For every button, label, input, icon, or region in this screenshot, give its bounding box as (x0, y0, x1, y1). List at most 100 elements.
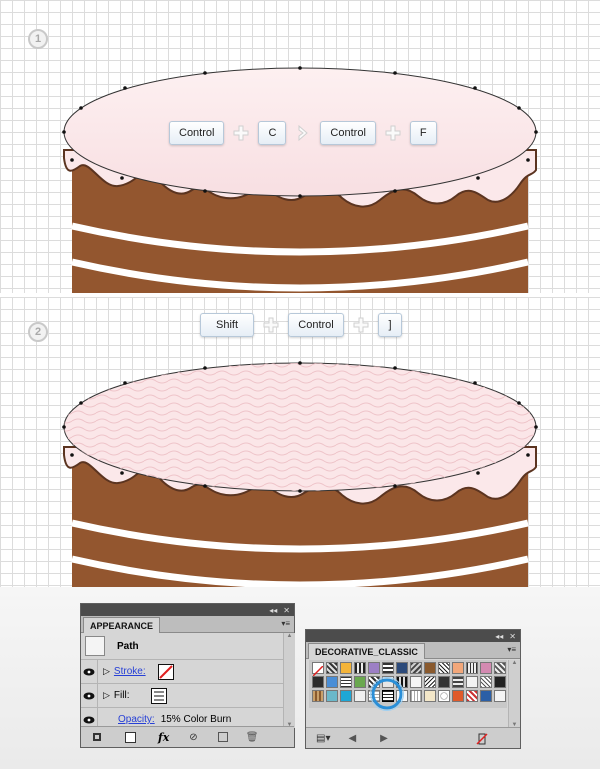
swatch[interactable] (354, 662, 366, 674)
swatch[interactable] (438, 690, 450, 702)
plus-icon (382, 122, 404, 144)
swatch[interactable] (410, 690, 422, 702)
key-c: C (258, 121, 287, 145)
swatch[interactable] (340, 676, 352, 688)
next-icon[interactable]: ▶ (380, 733, 388, 744)
path-thumbnail (85, 636, 105, 656)
key-control: Control (169, 121, 225, 145)
panel-tab-strip: DECORATIVE_CLASSIC ▾≡ (306, 642, 520, 659)
swatch[interactable] (480, 662, 492, 674)
trash-icon[interactable]: 🗑 (246, 732, 259, 743)
swatch[interactable] (438, 676, 450, 688)
close-icon[interactable]: ✕ (283, 606, 290, 615)
appearance-stroke-row[interactable]: ▷ Stroke: (81, 660, 283, 684)
fill-label[interactable]: Fill: (114, 690, 130, 701)
shortcut-send-backward: Shift Control ] (200, 313, 402, 337)
swatch[interactable] (480, 676, 492, 688)
collapse-arrows-icon[interactable]: ◂◂ (495, 632, 503, 641)
swatch[interactable] (480, 690, 492, 702)
plus-icon (260, 314, 282, 336)
swatch[interactable] (466, 690, 478, 702)
scroll-up-icon[interactable]: ▲ (509, 660, 520, 666)
swatch[interactable] (410, 676, 422, 688)
swatch[interactable] (438, 662, 450, 674)
swatch[interactable] (312, 662, 324, 677)
swatch[interactable] (312, 690, 324, 702)
swatch[interactable] (410, 662, 422, 674)
key-shift: Shift (200, 313, 254, 337)
swatch[interactable] (494, 690, 506, 702)
swatch[interactable] (452, 690, 464, 702)
expand-triangle-icon[interactable]: ▷ (103, 690, 110, 701)
swatch[interactable] (424, 690, 436, 702)
swatch[interactable] (326, 662, 338, 674)
swatch[interactable] (396, 662, 408, 674)
swatch[interactable] (368, 662, 380, 674)
swatch-bottom-toolbar: ▤▾ ◀ ▶ (306, 727, 520, 748)
tab-appearance[interactable]: APPEARANCE (83, 617, 161, 633)
stroke-label[interactable]: Stroke: (114, 666, 146, 677)
swatch[interactable] (494, 676, 506, 688)
selection-highlight-ring (370, 677, 404, 711)
eye-icon[interactable] (81, 660, 98, 683)
previous-icon[interactable]: ◀ (348, 733, 356, 744)
key-control: Control (288, 313, 344, 337)
clear-icon[interactable]: ⊘ (189, 732, 197, 743)
swatch-libraries-icon[interactable]: ▤▾ (316, 733, 330, 744)
swatch[interactable] (424, 662, 436, 674)
swatch[interactable] (340, 662, 352, 674)
stroke-none-swatch-icon[interactable] (157, 663, 174, 680)
appearance-scrollbar[interactable]: ▲ ▼ (283, 633, 295, 728)
shortcut-copy-paste-front: Control C Control F (169, 121, 437, 145)
plus-icon (230, 122, 252, 144)
panel-menu-icon[interactable]: ▾≡ (507, 645, 516, 654)
swatch[interactable] (424, 676, 436, 688)
key-f: F (409, 121, 437, 145)
appearance-object-row[interactable]: Path (81, 633, 283, 660)
swatch[interactable] (340, 690, 352, 702)
swatch[interactable] (452, 676, 464, 688)
close-icon[interactable]: ✕ (509, 632, 516, 641)
swatch[interactable] (312, 676, 324, 688)
appearance-fill-row[interactable]: ▷ Fill: (81, 684, 283, 708)
swatch[interactable] (326, 676, 338, 688)
swatch-library-panel: ◂◂ ✕ DECORATIVE_CLASSIC ▾≡ ▲ ▼ ▤▾ ◀ ▶ (305, 629, 521, 749)
add-stroke-icon[interactable] (93, 733, 101, 741)
add-fill-icon[interactable] (125, 731, 136, 743)
eye-icon[interactable] (81, 684, 98, 707)
opacity-value: 15% Color Burn (160, 714, 232, 725)
collapse-arrows-icon[interactable]: ◂◂ (269, 606, 277, 615)
wavy-pattern-fill (64, 363, 536, 491)
plus-icon (350, 314, 372, 336)
swatch[interactable] (494, 662, 506, 674)
chevron-right-icon (292, 122, 314, 144)
key-control: Control (320, 121, 376, 145)
panel-titlebar[interactable]: ◂◂ ✕ (81, 604, 294, 616)
duplicate-icon[interactable] (217, 732, 228, 742)
cake-illustration-2 (62, 361, 538, 587)
appearance-bottom-toolbar: fx ⊘ 🗑 (81, 726, 294, 747)
swatch[interactable] (466, 662, 478, 674)
tab-decorative-classic[interactable]: DECORATIVE_CLASSIC (308, 643, 425, 659)
panel-tab-strip: APPEARANCE ▾≡ (81, 616, 294, 633)
swatch[interactable] (452, 662, 464, 674)
cake-illustration-1 (62, 66, 538, 293)
swatch-grid (309, 660, 507, 708)
swatch[interactable] (354, 676, 366, 688)
swatch[interactable] (466, 676, 478, 688)
appearance-panel: ◂◂ ✕ APPEARANCE ▾≡ Path ▷ Stroke: ▷ Fill… (80, 603, 295, 748)
fx-icon[interactable]: fx (158, 731, 169, 744)
swatch[interactable] (354, 690, 366, 702)
fill-swatch-icon[interactable] (151, 687, 168, 704)
key-right-bracket: ] (378, 313, 402, 337)
panel-titlebar[interactable]: ◂◂ ✕ (306, 630, 520, 642)
object-type-label: Path (117, 640, 139, 652)
expand-triangle-icon[interactable]: ▷ (103, 666, 110, 677)
opacity-label[interactable]: Opacity: (118, 714, 155, 725)
swatch[interactable] (382, 662, 394, 674)
swatch[interactable] (326, 690, 338, 702)
none-swatch-icon[interactable] (476, 732, 488, 745)
swatch-scrollbar[interactable]: ▲ ▼ (508, 660, 520, 728)
scroll-up-icon[interactable]: ▲ (284, 633, 295, 639)
panel-menu-icon[interactable]: ▾≡ (281, 619, 290, 628)
